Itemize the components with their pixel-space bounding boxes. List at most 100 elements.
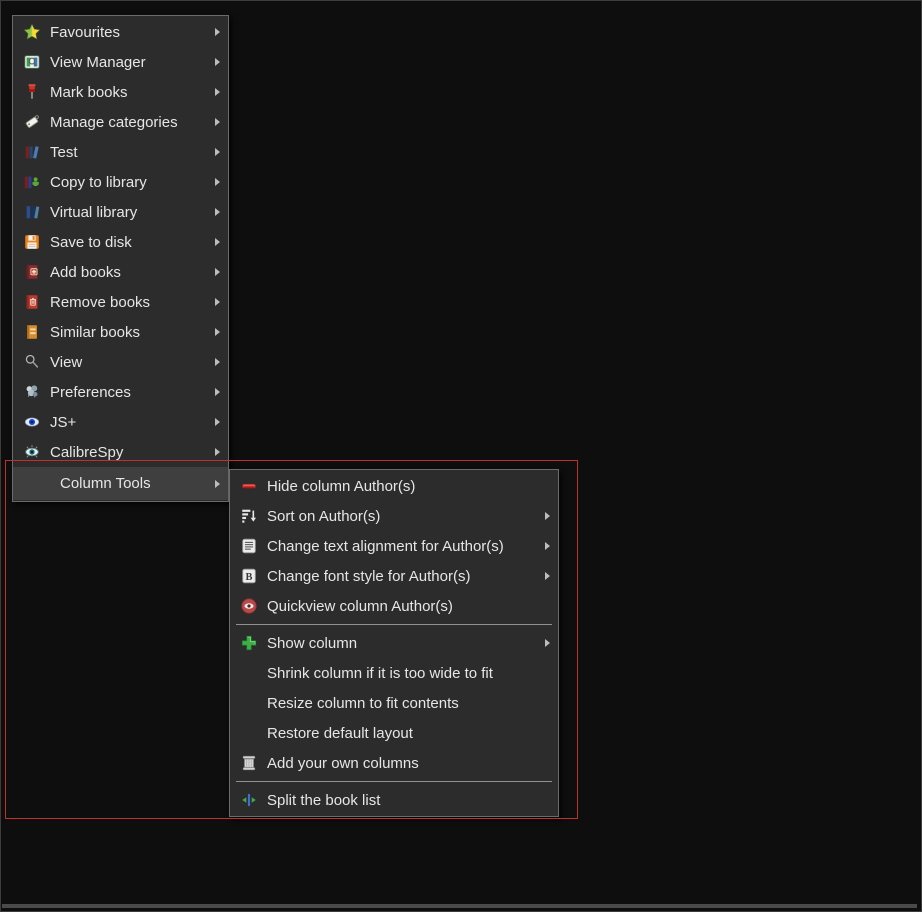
floppy-disk-icon <box>22 232 42 252</box>
menu-item-label: Add books <box>50 263 121 281</box>
submenu-arrow-icon <box>215 298 220 306</box>
menu-item-label: View Manager <box>50 53 146 71</box>
submenu-arrow-icon <box>215 388 220 396</box>
menu-item-label: Copy to library <box>50 173 147 191</box>
bold-icon: B <box>239 566 259 586</box>
favourites-star-icon <box>22 22 42 42</box>
add-book-icon <box>22 262 42 282</box>
submenu-arrow-icon <box>215 238 220 246</box>
menu-item-label: CalibreSpy <box>50 443 124 461</box>
menu-item-label: Similar books <box>50 323 141 341</box>
menu-item-column-tools[interactable]: Column Tools <box>13 467 228 500</box>
main-context-menu: Favourites View Manager Mark books Manage c… <box>12 15 229 502</box>
icon-placeholder <box>239 663 259 683</box>
menu-item-add-your-own-columns[interactable]: Add your own columns <box>230 748 558 778</box>
menu-item-similar-books[interactable]: Similar books <box>13 317 228 347</box>
menu-item-resize-column-to-fit-contents[interactable]: Resize column to fit contents <box>230 688 558 718</box>
menu-item-view-manager[interactable]: View Manager <box>13 47 228 77</box>
hide-column-icon <box>239 476 259 496</box>
menu-item-preferences[interactable]: Preferences <box>13 377 228 407</box>
submenu-arrow-icon <box>215 479 220 488</box>
menu-item-shrink-column-if-it-is-too-wide-to-fit[interactable]: Shrink column if it is too wide to fit <box>230 658 558 688</box>
submenu-arrow-icon <box>215 448 220 456</box>
submenu-arrow-icon <box>215 268 220 276</box>
preferences-icon <box>22 382 42 402</box>
menu-item-show-column[interactable]: Show column <box>230 628 558 658</box>
remove-book-icon <box>22 292 42 312</box>
submenu-arrow-icon <box>215 358 220 366</box>
submenu-arrow-icon <box>215 118 220 126</box>
menu-item-label: Quickview column Author(s) <box>267 597 453 615</box>
submenu-arrow-icon <box>215 58 220 66</box>
submenu-arrow-icon <box>215 328 220 336</box>
submenu-arrow-icon <box>215 28 220 36</box>
menu-item-change-font-style-for-author-s[interactable]: B Change font style for Author(s) <box>230 561 558 591</box>
menu-item-mark-books[interactable]: Mark books <box>13 77 228 107</box>
submenu-arrow-icon <box>215 208 220 216</box>
icon-placeholder <box>22 474 42 494</box>
menu-item-change-text-alignment-for-author-s[interactable]: Change text alignment for Author(s) <box>230 531 558 561</box>
menu-item-sort-on-author-s[interactable]: Sort on Author(s) <box>230 501 558 531</box>
menu-item-add-books[interactable]: Add books <box>13 257 228 287</box>
desktop-screenshot: Favourites View Manager Mark books Manage c… <box>0 0 922 912</box>
column-tools-submenu: Hide column Author(s) Sort on Author(s) Ch… <box>229 469 559 817</box>
submenu-arrow-icon <box>545 512 550 520</box>
menu-item-label: Hide column Author(s) <box>267 477 416 495</box>
pushpin-icon <box>22 82 42 102</box>
sort-icon <box>239 506 259 526</box>
menu-item-split-the-book-list[interactable]: Split the book list <box>230 785 558 815</box>
submenu-arrow-icon <box>545 572 550 580</box>
blue-eye-icon <box>22 412 42 432</box>
virtual-library-icon <box>22 202 42 222</box>
menu-item-label: Change font style for Author(s) <box>267 567 471 585</box>
view-manager-icon <box>22 52 42 72</box>
window-bottom-edge <box>2 904 917 908</box>
menu-item-label: Manage categories <box>50 113 178 131</box>
menu-item-label: Favourites <box>50 23 121 41</box>
submenu-arrow-icon <box>545 542 550 550</box>
menu-item-copy-to-library[interactable]: Copy to library <box>13 167 228 197</box>
menu-item-label: Split the book list <box>267 791 381 809</box>
menu-item-label: Test <box>50 143 78 161</box>
submenu-arrow-icon <box>215 418 220 426</box>
menu-item-hide-column-author-s[interactable]: Hide column Author(s) <box>230 471 558 501</box>
menu-item-label: Virtual library <box>50 203 138 221</box>
menu-item-label: JS+ <box>50 413 77 431</box>
menu-item-save-to-disk[interactable]: Save to disk <box>13 227 228 257</box>
menu-item-remove-books[interactable]: Remove books <box>13 287 228 317</box>
submenu-arrow-icon <box>215 178 220 186</box>
books-row-icon <box>22 142 42 162</box>
submenu-arrow-icon <box>215 88 220 96</box>
similar-books-icon <box>22 322 42 342</box>
menu-item-label: Change text alignment for Author(s) <box>267 537 504 555</box>
menu-item-quickview-column-author-s[interactable]: Quickview column Author(s) <box>230 591 558 621</box>
menu-item-test[interactable]: Test <box>13 137 228 167</box>
menu-item-label: Preferences <box>50 383 131 401</box>
spy-eye-icon <box>22 442 42 462</box>
submenu-arrow-icon <box>545 639 550 647</box>
menu-item-view[interactable]: View <box>13 347 228 377</box>
svg-text:B: B <box>246 572 253 583</box>
quickview-eye-icon <box>239 596 259 616</box>
icon-placeholder <box>239 693 259 713</box>
menu-item-label: Resize column to fit contents <box>267 694 459 712</box>
menu-item-label: Save to disk <box>50 233 132 251</box>
menu-item-label: Shrink column if it is too wide to fit <box>267 664 493 682</box>
menu-separator <box>236 624 552 625</box>
menu-item-restore-default-layout[interactable]: Restore default layout <box>230 718 558 748</box>
menu-item-label: Show column <box>267 634 358 652</box>
menu-item-js[interactable]: JS+ <box>13 407 228 437</box>
menu-item-virtual-library[interactable]: Virtual library <box>13 197 228 227</box>
menu-separator <box>236 781 552 782</box>
menu-item-calibrespy[interactable]: CalibreSpy <box>13 437 228 467</box>
magnifier-icon <box>22 352 42 372</box>
tag-icon <box>22 112 42 132</box>
menu-item-label: Remove books <box>50 293 151 311</box>
menu-item-label: Mark books <box>50 83 128 101</box>
menu-item-label: Sort on Author(s) <box>267 507 381 525</box>
menu-item-manage-categories[interactable]: Manage categories <box>13 107 228 137</box>
menu-item-label: Add your own columns <box>267 754 419 772</box>
green-plus-icon <box>239 633 259 653</box>
menu-item-favourites[interactable]: Favourites <box>13 17 228 47</box>
icon-placeholder <box>239 723 259 743</box>
